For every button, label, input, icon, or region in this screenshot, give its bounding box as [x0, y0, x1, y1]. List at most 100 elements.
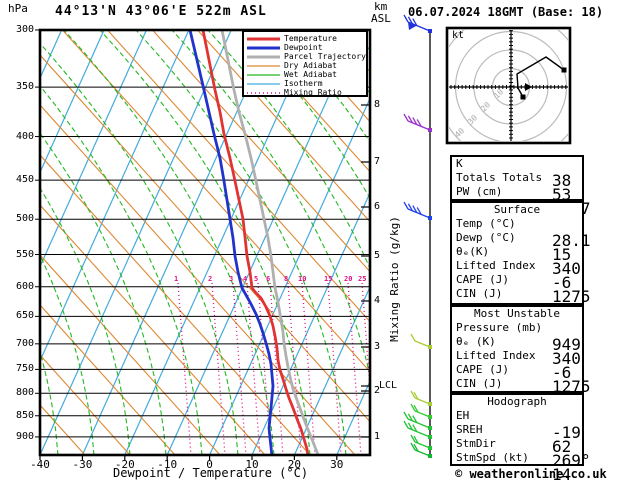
- stat-label: CIN (J): [456, 287, 503, 300]
- stat-label: Pressure (mb): [456, 321, 543, 334]
- stat-label: Lifted Index: [456, 259, 536, 272]
- wind-barb: [403, 14, 432, 33]
- temp-tick-label: 10: [245, 458, 259, 471]
- hodograph-ring-label: 10: [492, 87, 505, 100]
- wind-barb-dot: [428, 415, 432, 419]
- stat-row: Dewp (°C) 15: [452, 231, 582, 264]
- km-tick-label: 8: [374, 99, 381, 110]
- hodograph-unit-label: kt: [452, 30, 465, 41]
- legend-label: Wet Adiabat: [284, 69, 337, 79]
- stat-label: StmDir: [456, 437, 496, 450]
- stat-row: Totals Totals 53: [452, 171, 582, 204]
- hodograph-marker: [520, 94, 526, 100]
- stats-panel: K38Totals Totals53PW (cm)3.27: [450, 155, 591, 218]
- stat-label: StmSpd (kt): [456, 451, 529, 464]
- stat-row: Pressure (mb) 949: [452, 321, 582, 354]
- legend-swatch-dry-adiabat: [247, 64, 280, 67]
- pressure-tick-label: 600: [15, 280, 34, 292]
- mixing-ratio-value-label: 25: [358, 275, 367, 283]
- stat-label: Temp (°C): [456, 217, 516, 230]
- stat-row: Lifted Index -6: [452, 259, 582, 292]
- legend-swatch-isotherm: [247, 82, 280, 85]
- stat-label: K: [456, 157, 463, 170]
- legend-row: Wet Adiabat: [244, 70, 366, 79]
- hodograph-ring-label: 20: [479, 100, 492, 113]
- mixing-ratio-value-label: 6: [266, 275, 271, 283]
- stats-panel-hodograph: Hodograph EH -19 SREH 62 StmDir 269° StmSpd (kt…: [450, 393, 591, 484]
- km-tick-label: 5: [374, 250, 381, 261]
- wet-adiabat-line: [40, 42, 239, 455]
- legend-swatch-mixing-ratio: [247, 91, 280, 94]
- stats-panel-most-unstable: Most Unstable Pressure (mb) 949 θₑ (K) 340 Li…: [450, 305, 591, 410]
- wind-barb: [410, 333, 432, 349]
- mixing-ratio-value-label: 3: [229, 275, 234, 283]
- stat-value: 14: [552, 465, 572, 484]
- km-tick-label: 6: [374, 201, 381, 212]
- legend-swatch-temperature: [247, 37, 280, 40]
- pressure-tick-label: 300: [15, 24, 34, 35]
- legend-row: Dry Adiabat: [244, 61, 366, 70]
- stat-row: θₑ (K) 340: [452, 335, 582, 368]
- wind-barb: [403, 201, 432, 220]
- stat-label: Lifted Index: [456, 349, 536, 362]
- stat-row: CAPE (J) 1275: [452, 273, 591, 306]
- wind-barb-dot: [428, 446, 432, 450]
- stat-row: CIN (J)0: [452, 287, 582, 320]
- mixing-ratio-value-label: 4: [243, 275, 248, 283]
- legend-label: Dry Adiabat: [284, 60, 337, 70]
- pressure-tick-label: 700: [15, 337, 34, 349]
- legend-label: Mixing Ratio: [284, 87, 342, 97]
- legend-row: Parcel Trajectory: [244, 52, 366, 61]
- stat-label: SREH: [456, 423, 483, 436]
- pressure-tick-label: 750: [15, 363, 34, 375]
- wind-barb-dot: [428, 454, 432, 458]
- wind-barb-dot: [428, 29, 432, 33]
- wind-barb-dot: [428, 402, 432, 406]
- wind-barb-dot: [428, 435, 432, 439]
- legend: Temperature Dewpoint Parcel Trajectory Dry …: [242, 30, 368, 97]
- stat-row: EH -19: [452, 409, 582, 442]
- copyright-text: © weatheronline.co.uk: [455, 467, 607, 481]
- stat-label: CAPE (J): [456, 273, 509, 286]
- pressure-tick-label: 850: [15, 409, 34, 421]
- temp-tick-label: 20: [287, 458, 302, 471]
- temp-tick-label: -40: [30, 458, 50, 471]
- mixing-ratio-value-label: 20: [344, 275, 353, 283]
- wind-barb: [410, 390, 432, 406]
- stat-row: Temp (°C) 28.1: [452, 217, 591, 250]
- stat-label: θₑ (K): [456, 335, 496, 348]
- km-tick-label: 2: [374, 385, 381, 396]
- hodograph-trace: [516, 56, 565, 98]
- mixing-ratio-value-label: 1: [174, 275, 179, 283]
- stat-label: EH: [456, 409, 470, 422]
- stat-row: StmDir 269°: [452, 437, 591, 470]
- km-tick-label: 4: [374, 295, 381, 306]
- skewt-sounding-page: hPa 44°13'N 43°06'E 522m ASL km ASL 06.0…: [0, 0, 629, 486]
- legend-label: Isotherm: [284, 78, 323, 88]
- pressure-tick-label: 650: [15, 310, 34, 322]
- wind-barb: [403, 113, 432, 132]
- legend-label: Dewpoint: [284, 42, 323, 52]
- stat-label: CIN (J): [456, 377, 503, 390]
- pressure-tick-label: 900: [15, 430, 34, 442]
- stat-row: CIN (J)0: [452, 377, 582, 410]
- stat-label: Totals Totals: [456, 171, 543, 184]
- lcl-label: LCL: [379, 380, 398, 391]
- mixing-ratio-value-label: 5: [254, 275, 259, 283]
- temp-tick-label: 0: [206, 458, 213, 471]
- pressure-tick-label: 800: [15, 387, 34, 399]
- legend-row: Isotherm: [244, 79, 366, 88]
- legend-row: Dewpoint: [244, 43, 366, 52]
- stat-row: Lifted Index -6: [452, 349, 582, 382]
- wind-barb-dot: [428, 345, 432, 349]
- km-tick-label: 3: [374, 341, 381, 352]
- pressure-tick-label: 550: [15, 248, 34, 260]
- mixing-ratio-value-label: 8: [284, 275, 289, 283]
- stats-panel-header: Surface: [493, 203, 541, 216]
- stats-panel-surface: Surface Temp (°C) 28.1 Dewp (°C) 15 θₑ(K) 340 L…: [450, 201, 591, 320]
- temp-tick-label: -30: [72, 458, 93, 471]
- hodograph-ring-label: 30: [466, 113, 479, 126]
- temp-tick-label: -10: [157, 458, 178, 471]
- pressure-tick-label: 500: [15, 213, 34, 225]
- wind-barb-dot: [428, 216, 432, 220]
